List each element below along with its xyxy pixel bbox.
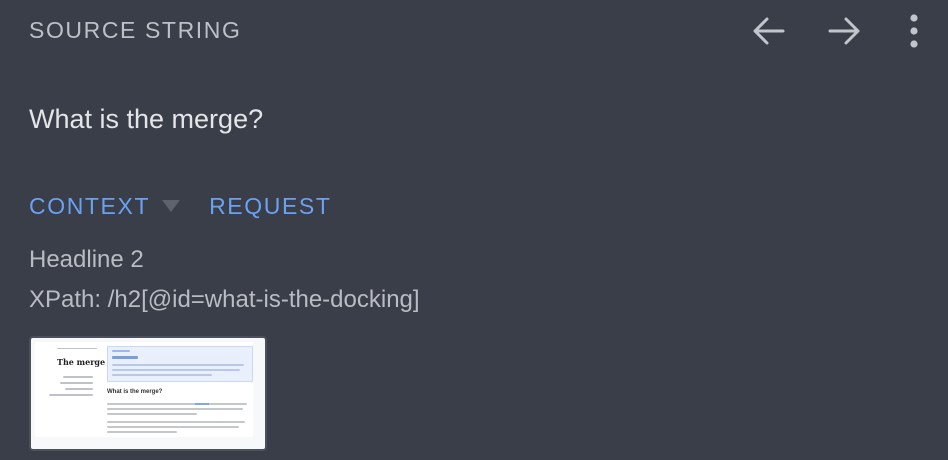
thumbnail-body-line	[107, 421, 245, 423]
next-button[interactable]	[824, 10, 866, 52]
toolbar	[747, 10, 926, 52]
thumbnail-body-line	[107, 413, 197, 415]
more-vertical-icon	[910, 14, 918, 48]
thumbnail-sidebar-line	[65, 388, 93, 390]
thumbnail-sidebar-title: The merge	[57, 357, 106, 367]
more-options-button[interactable]	[902, 10, 926, 52]
previous-button[interactable]	[747, 10, 789, 52]
source-string-text: What is the merge?	[29, 104, 264, 134]
thumbnail-banner-line	[112, 350, 130, 352]
thumbnail-body-line	[107, 426, 239, 428]
thumbnail-body-line	[107, 431, 177, 433]
thumbnail-preview: The merge What is the merge?	[35, 342, 253, 437]
thumbnail-sidebar-line	[60, 382, 93, 384]
thumbnail-sidebar-line	[63, 376, 93, 378]
arrow-right-icon	[828, 17, 860, 45]
caret-down-icon	[162, 200, 181, 212]
thumbnail-banner-line	[112, 364, 244, 366]
context-screenshot-thumbnail[interactable]: The merge What is the merge?	[29, 336, 267, 451]
thumbnail-banner-line	[112, 374, 212, 376]
context-xpath: XPath: /h2[@id=what-is-the-docking]	[29, 286, 420, 313]
thumbnail-link-line	[195, 403, 209, 405]
tab-context-dropdown[interactable]	[162, 192, 181, 220]
thumbnail-body-line	[107, 408, 243, 410]
thumbnail-breadcrumb	[57, 348, 97, 349]
context-element-type: Headline 2	[29, 246, 144, 273]
thumbnail-body-line	[107, 403, 247, 405]
thumbnail-banner	[107, 346, 253, 382]
tab-context[interactable]: CONTEXT	[29, 192, 150, 220]
thumbnail-heading: What is the merge?	[107, 389, 163, 395]
context-tabs: CONTEXT REQUEST	[29, 192, 331, 220]
thumbnail-banner-line	[112, 356, 138, 359]
tab-request[interactable]: REQUEST	[209, 192, 331, 220]
arrow-left-icon	[753, 17, 785, 45]
thumbnail-banner-line	[112, 369, 240, 371]
panel-title: SOURCE STRING	[29, 17, 242, 43]
thumbnail-sidebar-line	[49, 394, 93, 396]
